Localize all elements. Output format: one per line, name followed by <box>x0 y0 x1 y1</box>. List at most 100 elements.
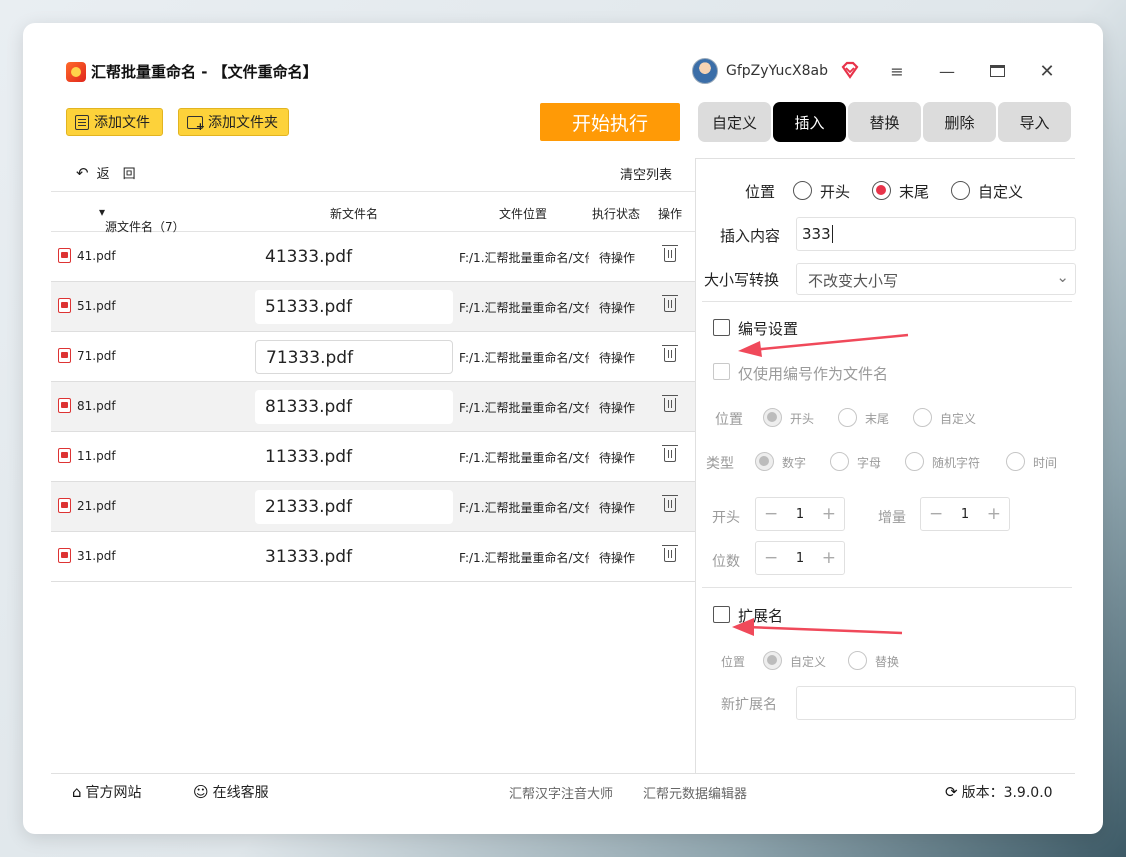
plus-icon[interactable]: + <box>822 504 836 524</box>
source-filename: 51.pdf <box>77 299 116 313</box>
type-random-radio[interactable] <box>905 452 924 471</box>
trash-icon[interactable] <box>662 345 678 362</box>
trash-icon[interactable] <box>662 245 678 262</box>
new-extension-input[interactable] <box>796 686 1076 720</box>
menu-icon[interactable]: ≡ <box>885 59 909 83</box>
type-letter-radio[interactable] <box>830 452 849 471</box>
extension-custom-label: 自定义 <box>790 655 827 669</box>
table-row: 31.pdf 31333.pdf F:/1.汇帮批量重命名/文件 待操作 <box>51 532 695 582</box>
new-filename-field[interactable]: 21333.pdf <box>255 490 453 524</box>
tab-custom[interactable]: 自定义 <box>698 102 771 142</box>
type-random-label: 随机字符 <box>932 456 981 470</box>
trash-icon[interactable] <box>662 295 678 312</box>
position-custom-radio[interactable] <box>951 181 970 200</box>
position-start-label: 开头 <box>820 183 851 201</box>
annotation-arrow-icon <box>732 618 903 636</box>
sort-source-header[interactable]: ▾ 源文件名（7） <box>99 205 185 234</box>
numbering-checkbox[interactable] <box>713 319 730 336</box>
new-filename-field[interactable]: 41333.pdf <box>255 240 453 274</box>
trash-icon[interactable] <box>662 545 678 562</box>
only-number-checkbox[interactable] <box>713 363 730 380</box>
new-filename-field[interactable]: 11333.pdf <box>255 440 453 474</box>
tab-import[interactable]: 导入 <box>998 102 1071 142</box>
status-text: 待操作 <box>599 501 636 515</box>
tab-insert[interactable]: 插入 <box>773 102 846 142</box>
start-button[interactable]: 开始执行 <box>540 103 680 141</box>
new-filename-field[interactable]: 51333.pdf <box>255 290 453 324</box>
new-filename-field[interactable]: 81333.pdf <box>255 390 453 424</box>
table-row: 11.pdf 11333.pdf F:/1.汇帮批量重命名/文件 待操作 <box>51 432 695 482</box>
new-filename-field[interactable]: 71333.pdf <box>255 340 453 374</box>
footer: ⌂ 官方网站 ☺ 在线客服 汇帮汉字注音大师 汇帮元数据编辑器 ⟳ 版本：3.9… <box>51 773 1075 807</box>
type-number-label: 数字 <box>782 456 807 470</box>
annotation-arrow-icon <box>738 333 909 357</box>
position-end-radio[interactable] <box>872 181 891 200</box>
plus-icon[interactable]: + <box>822 548 836 568</box>
table-row: 81.pdf 81333.pdf F:/1.汇帮批量重命名/文件 待操作 <box>51 382 695 432</box>
numbering-custom-radio[interactable] <box>913 408 932 427</box>
extension-replace-radio[interactable] <box>848 651 867 670</box>
insert-content-input[interactable]: 333 <box>796 217 1076 251</box>
digits-stepper[interactable]: −1 + <box>755 541 845 575</box>
table-row: 71.pdf 71333.pdf F:/1.汇帮批量重命名/文件 待操作 <box>51 332 695 382</box>
minus-icon[interactable]: − <box>764 548 778 568</box>
back-button[interactable]: ↶ 返 回 <box>76 163 136 183</box>
type-time-radio[interactable] <box>1006 452 1025 471</box>
username[interactable]: GfpZyYucX8ab <box>726 63 828 79</box>
plus-icon[interactable]: + <box>987 504 1001 524</box>
file-path: F:/1.汇帮批量重命名/文件 <box>459 301 589 315</box>
start-number-stepper[interactable]: −1 + <box>755 497 845 531</box>
pdf-icon <box>58 248 71 263</box>
trash-icon[interactable] <box>662 445 678 462</box>
type-time-label: 时间 <box>1033 456 1058 470</box>
path-header: 文件位置 <box>499 207 548 221</box>
pinyin-tool-link[interactable]: 汇帮汉字注音大师 <box>509 783 613 802</box>
trash-icon[interactable] <box>662 395 678 412</box>
headset-icon: ☺ <box>193 783 209 801</box>
numbering-position-label: 位置 <box>715 412 743 428</box>
tab-delete[interactable]: 删除 <box>923 102 996 142</box>
table-row: 41.pdf 41333.pdf F:/1.汇帮批量重命名/文件 待操作 <box>51 232 695 282</box>
case-label: 大小写转换 <box>704 271 780 289</box>
status-text: 待操作 <box>599 351 636 365</box>
divider <box>702 301 1072 302</box>
add-folder-button[interactable]: 添加文件夹 <box>178 108 289 136</box>
minus-icon[interactable]: − <box>764 504 778 524</box>
numbering-end-radio[interactable] <box>838 408 857 427</box>
close-icon[interactable]: ✕ <box>1035 59 1059 83</box>
status-text: 待操作 <box>599 551 636 565</box>
extension-custom-radio[interactable] <box>763 651 782 670</box>
digits-label: 位数 <box>712 554 740 570</box>
add-folder-label: 添加文件夹 <box>208 115 278 131</box>
trash-icon[interactable] <box>662 495 678 512</box>
clear-list-button[interactable]: 清空列表 <box>620 164 672 183</box>
position-start-radio[interactable] <box>793 181 812 200</box>
numbering-start-radio[interactable] <box>763 408 782 427</box>
status-header: 执行状态 <box>592 207 641 221</box>
increment-stepper[interactable]: −1 + <box>920 497 1010 531</box>
pdf-icon <box>58 448 71 463</box>
vip-diamond-icon[interactable] <box>840 60 860 80</box>
website-link[interactable]: ⌂ 官方网站 <box>72 782 142 802</box>
new-filename-field[interactable]: 31333.pdf <box>255 540 453 574</box>
add-file-button[interactable]: 添加文件 <box>66 108 163 136</box>
metadata-editor-link[interactable]: 汇帮元数据编辑器 <box>643 783 747 802</box>
file-path: F:/1.汇帮批量重命名/文件 <box>459 451 589 465</box>
minimize-icon[interactable]: — <box>935 59 959 83</box>
case-select[interactable]: 不改变大小写 ⌄ <box>796 263 1076 295</box>
type-number-radio[interactable] <box>755 452 774 471</box>
support-link[interactable]: ☺ 在线客服 <box>193 782 269 802</box>
maximize-icon[interactable] <box>985 59 1009 83</box>
minus-icon[interactable]: − <box>929 504 943 524</box>
tab-replace[interactable]: 替换 <box>848 102 921 142</box>
status-text: 待操作 <box>599 251 636 265</box>
type-letter-label: 字母 <box>857 456 882 470</box>
version-info[interactable]: ⟳ 版本：3.9.0.0 <box>945 782 1053 802</box>
chevron-down-icon: ⌄ <box>1056 268 1069 286</box>
new-extension-label: 新扩展名 <box>721 697 777 713</box>
avatar[interactable] <box>692 58 718 84</box>
new-name-header: 新文件名 <box>330 207 379 221</box>
list-header: ▾ 源文件名（7） 新文件名 文件位置 执行状态 操作 <box>51 191 695 234</box>
back-arrow-icon: ↶ <box>76 163 89 182</box>
source-filename: 81.pdf <box>77 399 116 413</box>
